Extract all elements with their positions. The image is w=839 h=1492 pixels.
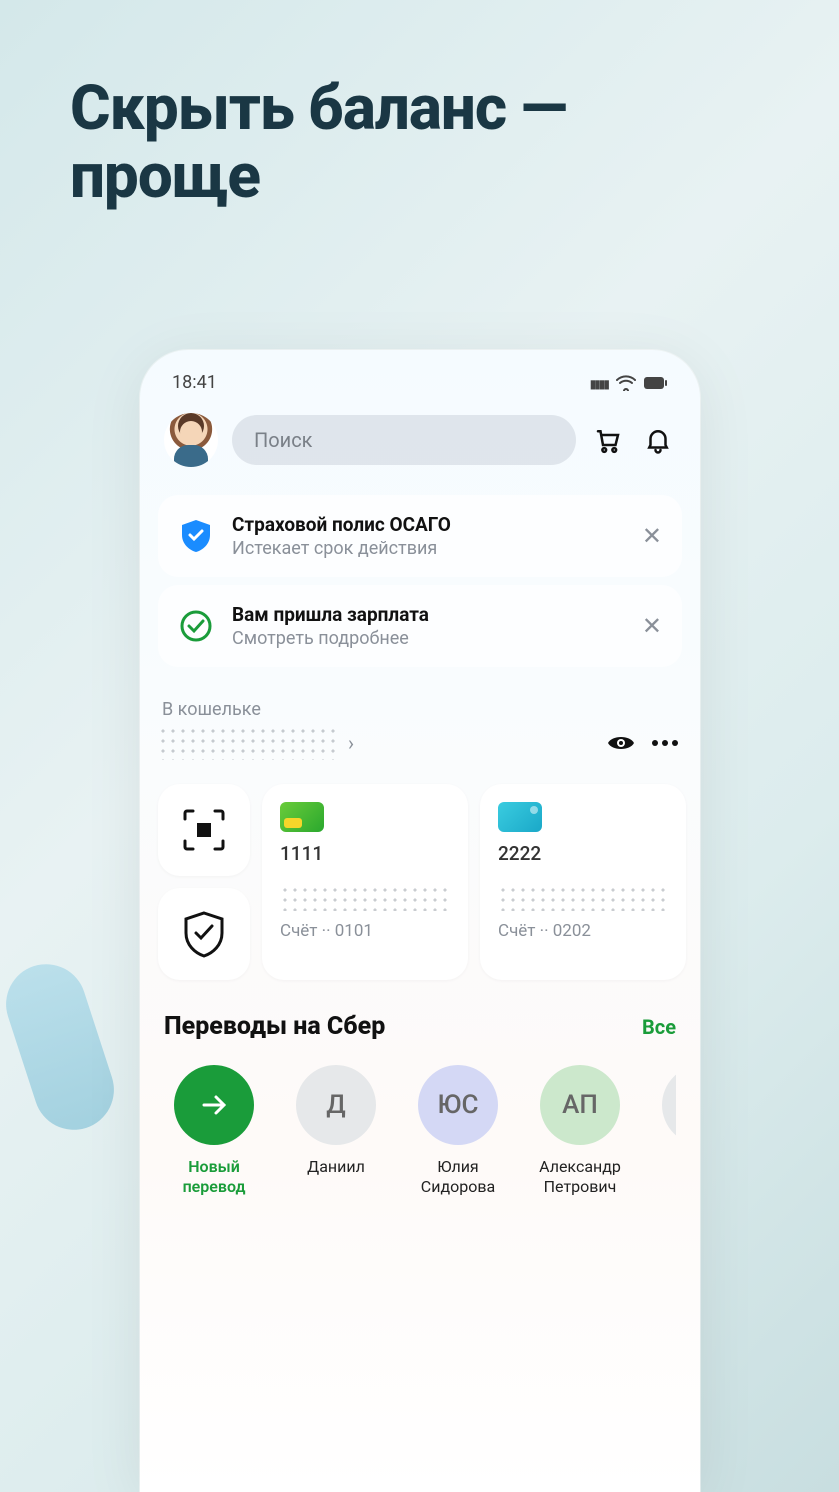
- notification-subtitle: Смотреть подробнее: [232, 628, 624, 649]
- battery-icon: [644, 376, 668, 390]
- notification-title: Страховой полис ОСАГО: [232, 513, 624, 536]
- notification-body: Вам пришла зарплата Смотреть подробнее: [232, 603, 624, 649]
- transfers-title: Переводы на Сбер: [164, 1012, 385, 1041]
- new-transfer-button[interactable]: Новый перевод: [164, 1065, 264, 1197]
- status-icons: [590, 372, 668, 393]
- wallet-section: В кошельке ›: [140, 675, 700, 770]
- contact-initials: Д: [296, 1065, 376, 1145]
- wallet-label: В кошельке: [158, 699, 682, 720]
- shield-check-icon: [178, 518, 214, 554]
- notification-card-insurance[interactable]: Страховой полис ОСАГО Истекает срок дейс…: [158, 495, 682, 577]
- header-row: Поиск: [140, 403, 700, 487]
- close-icon[interactable]: ✕: [642, 612, 662, 640]
- wallet-balance-row[interactable]: ›: [158, 726, 682, 760]
- contact-daniil[interactable]: Д Даниил: [286, 1065, 386, 1197]
- security-button[interactable]: [158, 888, 250, 980]
- hero-line2: проще: [70, 143, 567, 211]
- qr-scan-button[interactable]: [158, 784, 250, 876]
- transfers-all-link[interactable]: Все: [642, 1015, 676, 1039]
- close-icon[interactable]: ✕: [642, 522, 662, 550]
- contact-more[interactable]: М: [652, 1065, 676, 1197]
- contact-name: Новый перевод: [164, 1157, 264, 1197]
- notification-title: Вам пришла зарплата: [232, 603, 624, 626]
- notification-body: Страховой полис ОСАГО Истекает срок дейс…: [232, 513, 624, 559]
- card-last4: 1111: [280, 842, 450, 865]
- signal-icon: [590, 372, 608, 393]
- card-account: Счёт ·· 0202: [498, 921, 668, 941]
- hero-line1: Скрыть баланс —: [70, 75, 567, 143]
- hidden-balance: [158, 726, 338, 760]
- chevron-right-icon: ›: [348, 731, 354, 755]
- card-tile-0[interactable]: 1111 Счёт ·· 0101: [262, 784, 468, 980]
- search-input[interactable]: Поиск: [232, 415, 576, 465]
- hidden-amount: [280, 885, 450, 911]
- wifi-icon: [616, 375, 636, 391]
- contact-initials: АП: [540, 1065, 620, 1145]
- hidden-amount: [498, 885, 668, 911]
- notification-subtitle: Истекает срок действия: [232, 538, 624, 559]
- contact-name: Юлия Сидорова: [408, 1157, 508, 1197]
- decorative-pen: [0, 954, 124, 1140]
- transfers-section: Переводы на Сбер Все Новый перевод Д Дан…: [140, 980, 700, 1197]
- contacts-row: Новый перевод Д Даниил ЮС Юлия Сидорова …: [164, 1065, 676, 1197]
- search-placeholder: Поиск: [254, 428, 313, 452]
- status-bar: 18:41: [140, 350, 700, 403]
- contact-name: Даниил: [307, 1157, 365, 1177]
- check-circle-icon: [178, 608, 214, 644]
- contact-name: Александр Петрович: [530, 1157, 630, 1197]
- card-last4: 2222: [498, 842, 668, 865]
- contact-initials: [662, 1065, 676, 1145]
- status-time: 18:41: [172, 372, 217, 393]
- hero-title: Скрыть баланс — проще: [70, 75, 567, 211]
- notification-card-salary[interactable]: Вам пришла зарплата Смотреть подробнее ✕: [158, 585, 682, 667]
- arrow-right-icon: [174, 1065, 254, 1145]
- cart-icon[interactable]: [590, 422, 626, 458]
- cards-row: 1111 Счёт ·· 0101 2222 Счёт ·· 0202: [140, 770, 700, 980]
- card-thumbnail-icon: [498, 802, 542, 832]
- contact-yulia[interactable]: ЮС Юлия Сидорова: [408, 1065, 508, 1197]
- eye-icon[interactable]: [604, 726, 638, 760]
- bell-icon[interactable]: [640, 422, 676, 458]
- profile-avatar[interactable]: [164, 413, 218, 467]
- phone-frame: 18:41 Поиск Страховой полис ОСАГО: [140, 350, 700, 1492]
- contact-initials: ЮС: [418, 1065, 498, 1145]
- card-tile-1[interactable]: 2222 Счёт ·· 0202: [480, 784, 686, 980]
- card-thumbnail-icon: [280, 802, 324, 832]
- more-icon[interactable]: [648, 726, 682, 760]
- card-account: Счёт ·· 0101: [280, 921, 450, 941]
- contact-alexander[interactable]: АП Александр Петрович: [530, 1065, 630, 1197]
